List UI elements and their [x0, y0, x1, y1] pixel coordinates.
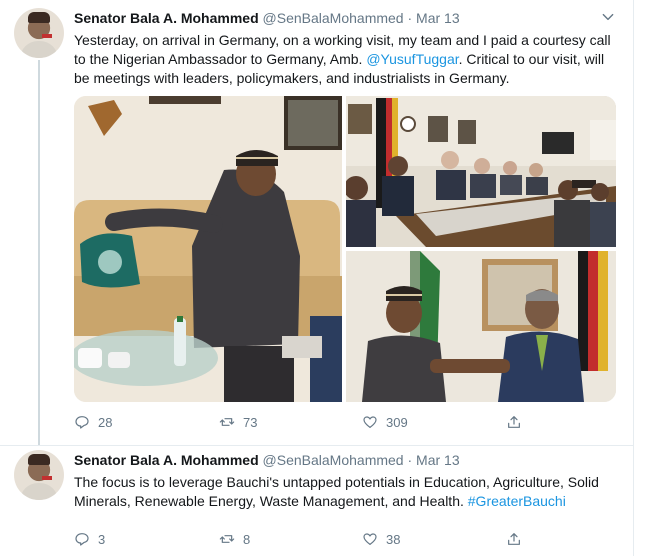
tweet-text: The focus is to leverage Bauchi's untapp…: [74, 473, 622, 511]
like-button[interactable]: 38: [362, 529, 400, 549]
retweet-count: 8: [243, 531, 251, 547]
retweet-button[interactable]: 73: [219, 412, 257, 432]
like-count: 38: [386, 531, 401, 547]
author-name[interactable]: Senator Bala A. Mohammed: [74, 10, 259, 26]
separator-dot: ·: [407, 10, 413, 26]
author-handle[interactable]: @SenBalaMohammed: [263, 452, 404, 468]
share-icon: [506, 531, 522, 547]
retweet-icon: [219, 414, 235, 430]
tweet-actions: 28 73 309: [74, 412, 544, 432]
reply-button[interactable]: 3: [74, 529, 105, 549]
timeline-border: [633, 0, 634, 556]
photo-meeting-sofa[interactable]: [74, 96, 342, 402]
author-name[interactable]: Senator Bala A. Mohammed: [74, 452, 259, 468]
photo-conference-table[interactable]: [346, 96, 616, 247]
tweet-date[interactable]: Mar 13: [416, 10, 460, 26]
retweet-button[interactable]: 8: [219, 529, 250, 549]
like-icon: [362, 531, 378, 547]
photo-standing-greeting[interactable]: [346, 251, 616, 402]
tweet-text: Yesterday, on arrival in Germany, on a w…: [74, 31, 622, 88]
tweet-actions: 3 8 38: [74, 529, 544, 549]
reply-icon: [74, 531, 90, 547]
hashtag-link[interactable]: #GreaterBauchi: [468, 493, 566, 509]
reply-count: 28: [98, 414, 113, 430]
tweet-header: Senator Bala A. Mohammed @SenBalaMohamme…: [74, 451, 460, 469]
tweet-media-grid: [74, 96, 616, 402]
like-count: 309: [386, 414, 408, 430]
retweet-count: 73: [243, 414, 258, 430]
chevron-down-icon[interactable]: [601, 10, 615, 24]
author-handle[interactable]: @SenBalaMohammed: [263, 10, 404, 26]
like-button[interactable]: 309: [362, 412, 408, 432]
tweet[interactable]: Senator Bala A. Mohammed @SenBalaMohamme…: [0, 446, 633, 556]
reply-button[interactable]: 28: [74, 412, 112, 432]
tweet[interactable]: Senator Bala A. Mohammed @SenBalaMohamme…: [0, 0, 633, 446]
avatar[interactable]: [14, 450, 64, 500]
reply-count: 3: [98, 531, 106, 547]
tweet-date[interactable]: Mar 13: [416, 452, 460, 468]
tweet-header: Senator Bala A. Mohammed @SenBalaMohamme…: [74, 9, 460, 27]
share-icon: [506, 414, 522, 430]
avatar[interactable]: [14, 8, 64, 58]
separator-dot: ·: [407, 452, 413, 468]
reply-icon: [74, 414, 90, 430]
share-button[interactable]: [506, 529, 522, 549]
mention-link[interactable]: @YusufTuggar: [366, 51, 458, 67]
like-icon: [362, 414, 378, 430]
share-button[interactable]: [506, 412, 522, 432]
retweet-icon: [219, 531, 235, 547]
